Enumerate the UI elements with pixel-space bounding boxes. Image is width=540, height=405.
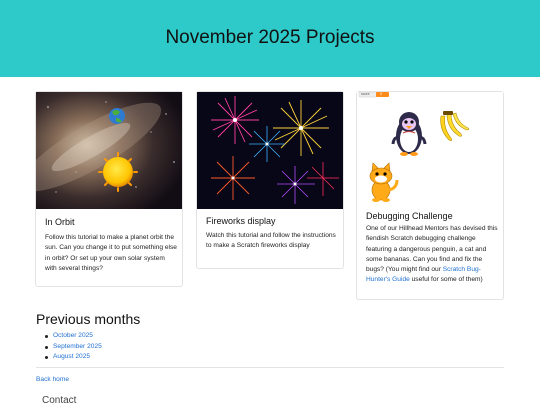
divider [36, 367, 504, 368]
back-home-link[interactable]: Back home [36, 376, 69, 383]
card-title[interactable]: Fireworks display [206, 216, 276, 226]
description-text-end: useful for some of them) [409, 276, 483, 284]
score-value-box [376, 92, 389, 97]
debugging-thumbnail[interactable] [357, 92, 503, 209]
month-list: October 2025 September 2025 August 2025 [44, 331, 102, 363]
month-link[interactable]: August 2025 [53, 353, 90, 360]
card-description: Watch this tutorial and follow the instr… [206, 232, 336, 250]
page-title: November 2025 Projects [165, 27, 375, 48]
list-item: August 2025 [44, 352, 102, 363]
previous-months-heading: Previous months [36, 311, 141, 327]
scratch-stage-image [357, 92, 503, 209]
month-link[interactable]: September 2025 [53, 343, 102, 350]
fireworks-image [197, 92, 343, 209]
score-label: score [361, 92, 370, 96]
project-card-fireworks[interactable]: Fireworks display Watch this tutorial an… [196, 91, 344, 269]
list-item: September 2025 [44, 342, 102, 353]
card-title[interactable]: In Orbit [45, 217, 75, 227]
score-value: 0 [380, 92, 382, 96]
galaxy-image [36, 92, 182, 209]
card-description: Follow this tutorial to make a planet or… [45, 234, 177, 272]
in-orbit-thumbnail[interactable] [36, 92, 182, 209]
contact-heading: Contact [42, 395, 77, 405]
month-link[interactable]: October 2025 [53, 332, 93, 339]
list-item: October 2025 [44, 331, 102, 342]
project-card-in-orbit[interactable]: In Orbit Follow this tutorial to make a … [35, 91, 183, 287]
card-description: One of our Hillhead Mentors has devised … [366, 224, 498, 286]
project-card-debugging[interactable]: score 0 Debugging Challenge One of our H… [356, 91, 504, 300]
fireworks-thumbnail[interactable] [197, 92, 343, 209]
page-header: November 2025 Projects [0, 0, 540, 77]
card-title[interactable]: Debugging Challenge [366, 211, 453, 221]
